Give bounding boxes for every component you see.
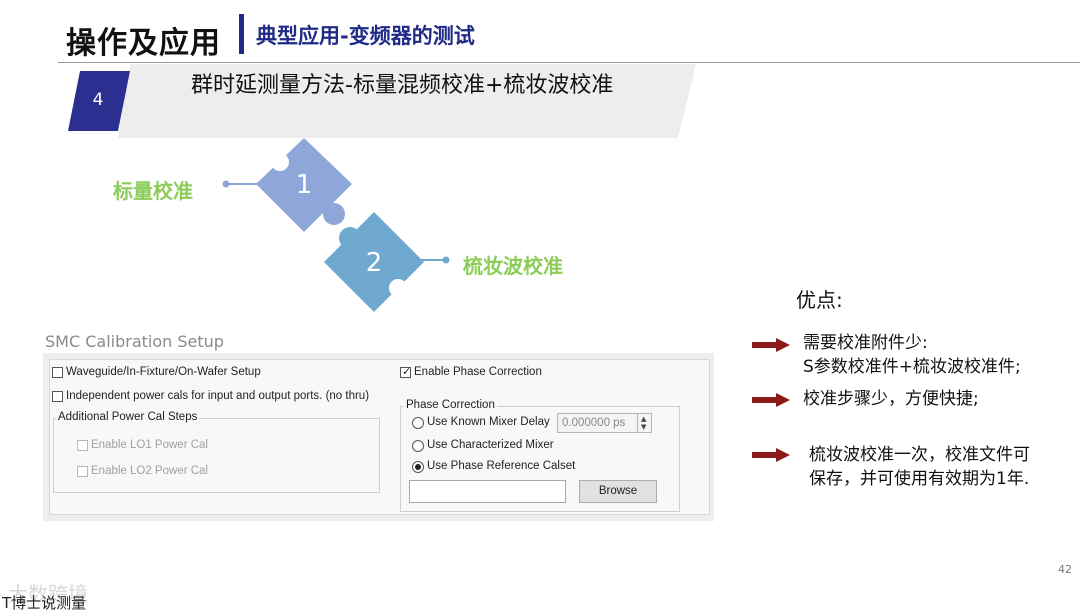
watermark-caption: T博士说测量 bbox=[2, 594, 87, 612]
step-number: 4 bbox=[92, 90, 104, 110]
arrow-right-icon bbox=[752, 448, 790, 462]
checkmark-icon: ✓ bbox=[402, 365, 412, 378]
advantage-item-3-line-1: 梳妆波校准一次，校准文件可 bbox=[809, 445, 1030, 465]
mixer-delay-value: 0.000000 ps bbox=[562, 417, 626, 429]
characterized-mixer-radio[interactable] bbox=[412, 440, 424, 452]
phase-correction-checkbox[interactable]: ✓ bbox=[400, 365, 412, 378]
page-number: 42 bbox=[1058, 563, 1072, 576]
independent-power-cal-checkbox[interactable] bbox=[52, 391, 63, 402]
advantage-item-2: 校准步骤少，方便快捷; bbox=[803, 389, 979, 409]
arrow-up-icon: ▲ bbox=[641, 415, 647, 423]
waveguide-label: Waveguide/In-Fixture/On-Wafer Setup bbox=[66, 366, 261, 378]
step-banner-text: 群时延测量方法-标量混频校准+梳妆波校准 bbox=[191, 73, 614, 98]
phase-correction-label: Enable Phase Correction bbox=[414, 366, 542, 378]
additional-power-cal-group-label: Additional Power Cal Steps bbox=[56, 411, 200, 423]
piece2-connector-dot bbox=[442, 256, 450, 264]
mixer-delay-stepper[interactable]: ▲ ▼ bbox=[637, 414, 651, 432]
additional-power-cal-group bbox=[53, 418, 380, 493]
puzzle-piece-2-number: 2 bbox=[366, 248, 383, 278]
advantage-item-1-line-2: S参数校准件+梳妆波校准件; bbox=[803, 357, 1021, 377]
page-title: 操作及应用 bbox=[66, 26, 221, 61]
scalar-cal-label: 标量校准 bbox=[113, 179, 193, 203]
advantages-title: 优点: bbox=[796, 288, 843, 312]
waveguide-checkbox[interactable] bbox=[52, 367, 63, 378]
independent-power-cal-label: Independent power cals for input and out… bbox=[66, 390, 370, 402]
characterized-mixer-label: Use Characterized Mixer bbox=[427, 439, 554, 451]
lo2-power-cal-checkbox[interactable] bbox=[77, 466, 88, 477]
phase-correction-group-label: Phase Correction bbox=[404, 399, 497, 411]
radio-selected-dot bbox=[415, 464, 421, 470]
dialog-title: SMC Calibration Setup bbox=[45, 332, 224, 351]
puzzle-diagram: 1 2 bbox=[222, 138, 450, 312]
arrow-right-icon bbox=[752, 393, 790, 407]
calset-path-input[interactable] bbox=[409, 480, 566, 503]
header-rule bbox=[58, 62, 1080, 63]
title-divider bbox=[239, 14, 244, 54]
lo2-power-cal-label: Enable LO2 Power Cal bbox=[91, 465, 208, 477]
page-subtitle: 典型应用-变频器的测试 bbox=[256, 24, 475, 48]
lo1-power-cal-label: Enable LO1 Power Cal bbox=[91, 439, 208, 451]
arrow-right-icon bbox=[752, 338, 790, 352]
known-mixer-delay-label: Use Known Mixer Delay bbox=[427, 416, 550, 428]
puzzle-piece-1-number: 1 bbox=[296, 170, 313, 200]
advantage-item-1-line-1: 需要校准附件少: bbox=[803, 333, 928, 353]
browse-button[interactable]: Browse bbox=[579, 480, 657, 503]
piece1-connector-dot bbox=[222, 180, 230, 188]
phase-reference-calset-label: Use Phase Reference Calset bbox=[427, 460, 576, 472]
lo1-power-cal-checkbox[interactable] bbox=[77, 440, 88, 451]
known-mixer-delay-radio[interactable] bbox=[412, 417, 424, 429]
comb-cal-label: 梳妆波校准 bbox=[463, 254, 563, 278]
arrow-down-icon: ▼ bbox=[641, 423, 647, 431]
advantage-item-3-line-2: 保存，并可使用有效期为1年. bbox=[809, 469, 1030, 489]
phase-reference-calset-radio[interactable] bbox=[412, 461, 424, 473]
